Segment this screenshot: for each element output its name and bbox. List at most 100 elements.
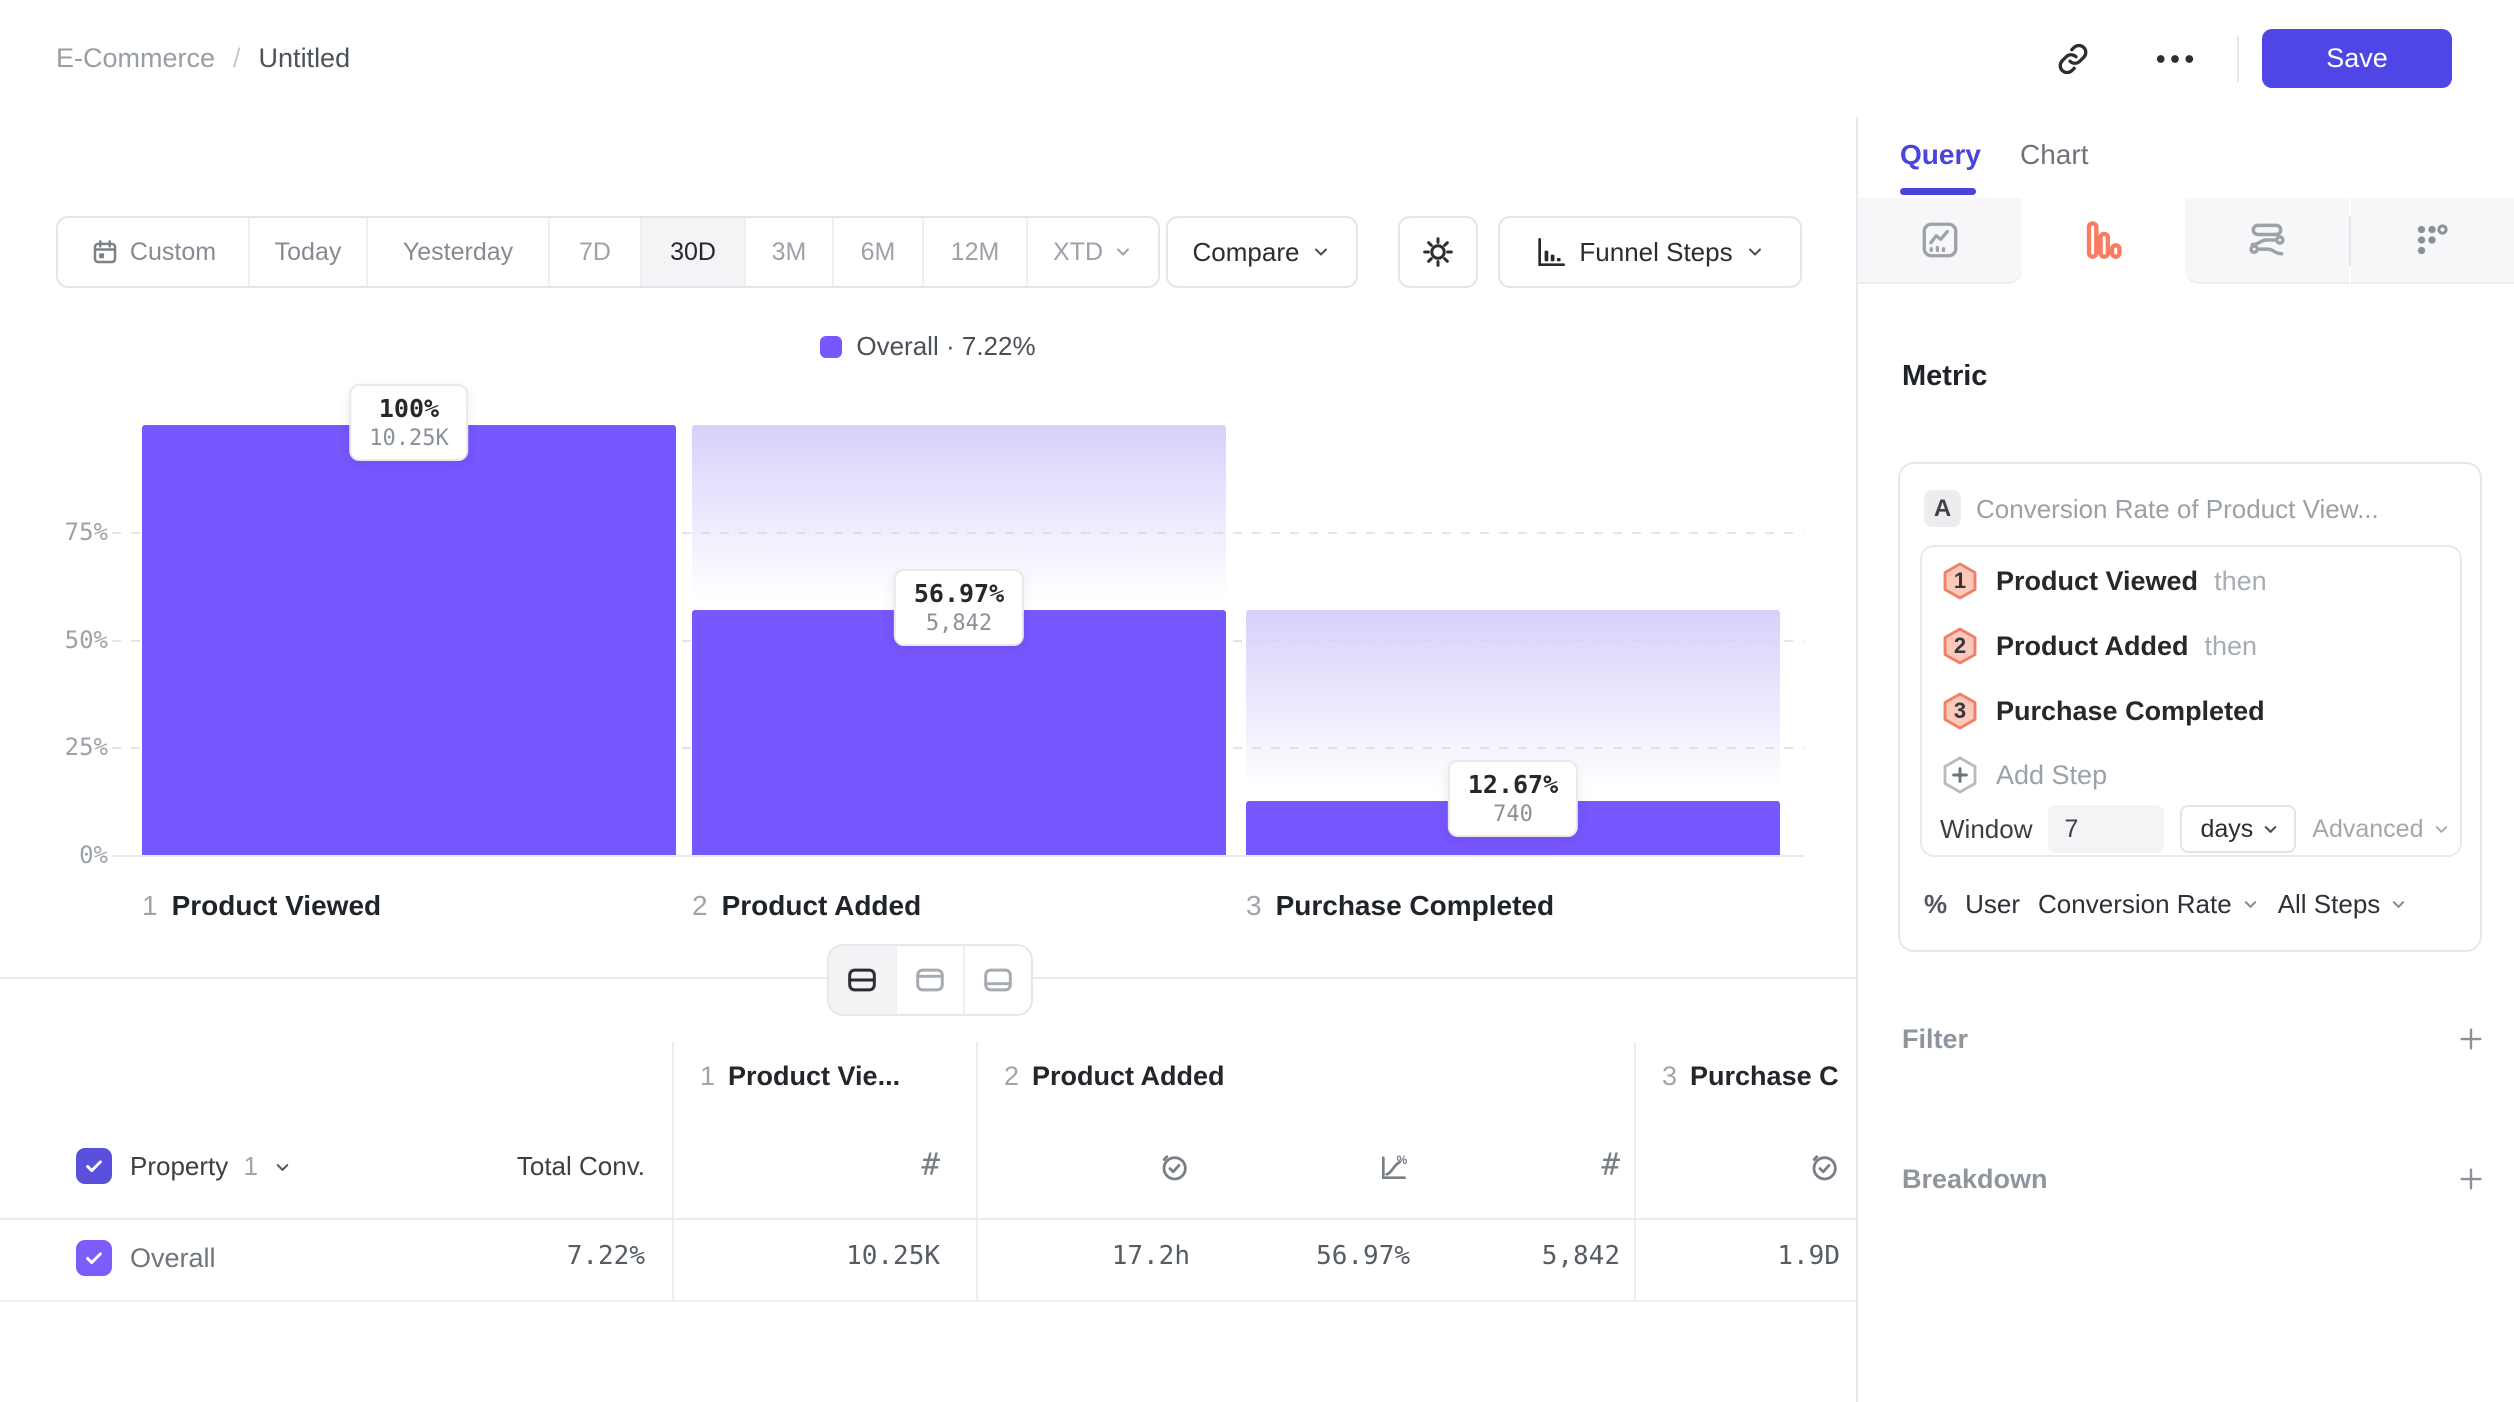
chevron-down-icon [2261, 820, 2280, 839]
layout-toggle-split[interactable] [829, 946, 897, 1014]
chart-legend[interactable]: Overall · 7.22% [0, 331, 1856, 362]
date-range-today[interactable]: Today [250, 218, 368, 286]
tab-query[interactable]: Query [1900, 139, 1981, 171]
count-metric-icon[interactable]: # [1601, 1147, 1620, 1183]
chart-type-flows[interactable] [2185, 198, 2349, 284]
select-all-checkbox[interactable] [76, 1148, 112, 1184]
row-label: Overall [130, 1243, 216, 1274]
add-breakdown-button[interactable] [2456, 1164, 2486, 1194]
hash-icon: # [1601, 1147, 1620, 1183]
funnel-bar-step-2[interactable]: 56.97% 5,842 [692, 425, 1226, 855]
date-range-30d[interactable]: 30D [642, 218, 746, 286]
split-view-icon [846, 965, 878, 995]
step-hexagon-badge: 2 [1940, 626, 1980, 666]
table-header-divider [0, 1218, 1856, 1220]
advanced-label: Advanced [2312, 815, 2423, 844]
layout-toggle-chart-only[interactable] [897, 946, 965, 1014]
group-label: Product Added [1032, 1061, 1225, 1092]
add-filter-button[interactable] [2456, 1024, 2486, 1054]
step-number: 2 [1940, 626, 1980, 666]
date-range-7d[interactable]: 7D [550, 218, 642, 286]
group-number: 2 [1004, 1061, 1019, 1092]
step-connector: then [2205, 631, 2258, 662]
window-unit-select[interactable]: days [2180, 805, 2296, 853]
table-group-header-1: 1 Product Vie... [700, 1061, 900, 1092]
tooltip-percent: 12.67% [1468, 770, 1558, 799]
chevron-down-icon [2432, 820, 2451, 839]
active-tab-underline [1900, 188, 1976, 195]
date-range-6m[interactable]: 6M [834, 218, 924, 286]
gridline-0 [112, 855, 1804, 857]
plus-icon [2456, 1024, 2486, 1054]
date-range-xtd[interactable]: XTD [1028, 218, 1158, 286]
funnel-tooltip: 100% 10.25K [349, 384, 468, 461]
date-range-label: Custom [130, 238, 216, 267]
step-number: 2 [692, 890, 708, 922]
percent-symbol: % [1924, 889, 1947, 920]
share-link-button[interactable] [2054, 40, 2092, 78]
flows-icon [2245, 218, 2289, 262]
conversion-metric-icon[interactable]: % [1378, 1151, 1410, 1188]
measure-entity[interactable]: User [1965, 889, 2020, 920]
ellipsis-icon [2155, 44, 2195, 74]
compare-button[interactable]: Compare [1166, 216, 1358, 288]
chart-view-label: Funnel Steps [1579, 237, 1732, 268]
measure-metric-label: Conversion Rate [2038, 889, 2232, 920]
layout-toggle-table-only[interactable] [965, 946, 1031, 1014]
avg-time-metric-icon[interactable] [1158, 1151, 1190, 1188]
funnel-bar-step-1[interactable]: 100% 10.25K [142, 425, 676, 855]
chevron-down-icon [2241, 895, 2260, 914]
query-step-3[interactable]: 3 Purchase Completed [1940, 691, 2265, 731]
chart-type-funnel[interactable] [2022, 198, 2186, 284]
row-checkbox-overall[interactable] [76, 1240, 112, 1276]
more-options-button[interactable] [2150, 44, 2200, 74]
tab-chart[interactable]: Chart [2020, 139, 2088, 171]
metric-title[interactable]: Conversion Rate of Product View... [1976, 494, 2379, 525]
total-conv-header[interactable]: Total Conv. [517, 1151, 645, 1182]
y-axis-tick: 25% [30, 733, 108, 761]
chart-view-selector[interactable]: Funnel Steps [1498, 216, 1802, 288]
date-range-yesterday[interactable]: Yesterday [368, 218, 550, 286]
query-step-2[interactable]: 2 Product Added then [1940, 626, 2257, 666]
measure-metric-select[interactable]: Conversion Rate [2038, 889, 2260, 920]
step-name: Product Viewed [172, 890, 382, 922]
y-axis-tick: 0% [30, 841, 108, 869]
add-step-label: Add Step [1996, 760, 2107, 791]
layout-toggle-group [827, 944, 1033, 1016]
legend-series-value: 7.22% [962, 331, 1036, 361]
date-range-label: 7D [579, 238, 611, 267]
y-axis-tick: 75% [30, 518, 108, 546]
avg-time-metric-icon[interactable] [1808, 1151, 1840, 1188]
date-range-custom[interactable]: Custom [58, 218, 250, 286]
measure-scope-select[interactable]: All Steps [2278, 889, 2409, 920]
window-value-input[interactable] [2048, 805, 2164, 853]
advanced-toggle[interactable]: Advanced [2312, 815, 2450, 844]
chart-type-line[interactable] [1858, 198, 2022, 284]
plus-icon [2456, 1164, 2486, 1194]
query-step-1[interactable]: 1 Product Viewed then [1940, 561, 2267, 601]
group-label: Product Vie... [728, 1061, 900, 1092]
date-range-12m[interactable]: 12M [924, 218, 1028, 286]
date-range-3m[interactable]: 3M [746, 218, 834, 286]
count-metric-icon[interactable]: # [921, 1147, 940, 1183]
step-number: 3 [1940, 691, 1980, 731]
breadcrumb-current[interactable]: Untitled [259, 43, 351, 74]
legend-text: Overall · 7.22% [856, 331, 1035, 362]
step-name: Product Added [722, 890, 922, 922]
cell-value: 5,842 [1542, 1241, 1620, 1271]
chevron-down-icon [1311, 242, 1331, 262]
funnel-bars-icon [1535, 236, 1567, 268]
save-button[interactable]: Save [2262, 29, 2452, 88]
chart-settings-button[interactable] [1398, 216, 1478, 288]
breadcrumb: E-Commerce / Untitled [56, 0, 350, 117]
funnel-bar-step-3[interactable]: 12.67% 740 [1246, 425, 1780, 855]
table-group-header-2: 2 Product Added [1004, 1061, 1225, 1092]
breadcrumb-parent[interactable]: E-Commerce [56, 43, 215, 74]
property-selector[interactable]: Property 1 [130, 1151, 292, 1182]
step-connector: then [2214, 566, 2267, 597]
add-step-button[interactable]: Add Step [1940, 755, 2107, 795]
hash-icon: # [921, 1147, 940, 1183]
step-event-name: Product Added [1996, 631, 2189, 662]
chart-type-retention[interactable] [2351, 198, 2514, 284]
date-range-label: 30D [670, 238, 716, 267]
